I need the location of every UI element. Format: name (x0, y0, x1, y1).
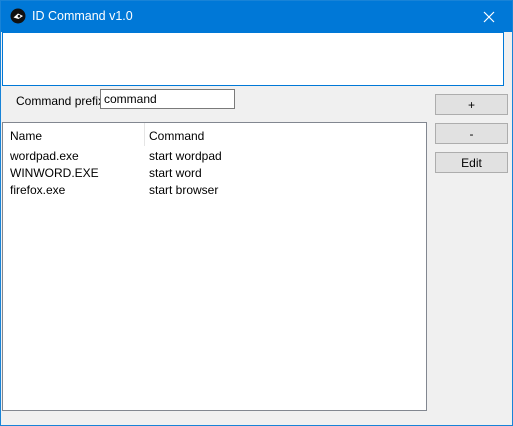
app-window: ID Command v1.0 Command prefix: Name Com… (0, 0, 513, 426)
close-button[interactable] (466, 1, 512, 32)
table-row[interactable]: WINWORD.EXE start word (3, 164, 426, 181)
table-row[interactable]: wordpad.exe start wordpad (3, 147, 426, 164)
title-bar[interactable]: ID Command v1.0 (1, 1, 512, 32)
column-header-name[interactable]: Name (10, 129, 42, 143)
column-header-command[interactable]: Command (149, 129, 204, 143)
edit-button[interactable]: Edit (435, 152, 508, 173)
row-command: start word (149, 166, 202, 180)
command-listview[interactable]: Name Command wordpad.exe start wordpad W… (2, 122, 427, 411)
table-row[interactable]: firefox.exe start browser (3, 181, 426, 198)
app-icon (10, 8, 26, 24)
log-textarea[interactable] (2, 32, 504, 86)
command-prefix-label: Command prefix: (16, 94, 108, 108)
row-name: firefox.exe (10, 183, 66, 197)
row-name: WINWORD.EXE (10, 166, 99, 180)
row-command: start browser (149, 183, 219, 197)
row-command: start wordpad (149, 149, 222, 163)
remove-button[interactable]: - (435, 123, 508, 144)
command-prefix-input[interactable] (100, 89, 235, 109)
window-title: ID Command v1.0 (32, 9, 133, 23)
close-icon (483, 11, 495, 22)
add-button[interactable]: + (435, 94, 508, 115)
column-separator[interactable] (144, 123, 145, 146)
listview-header: Name Command (3, 123, 426, 147)
row-name: wordpad.exe (10, 149, 79, 163)
